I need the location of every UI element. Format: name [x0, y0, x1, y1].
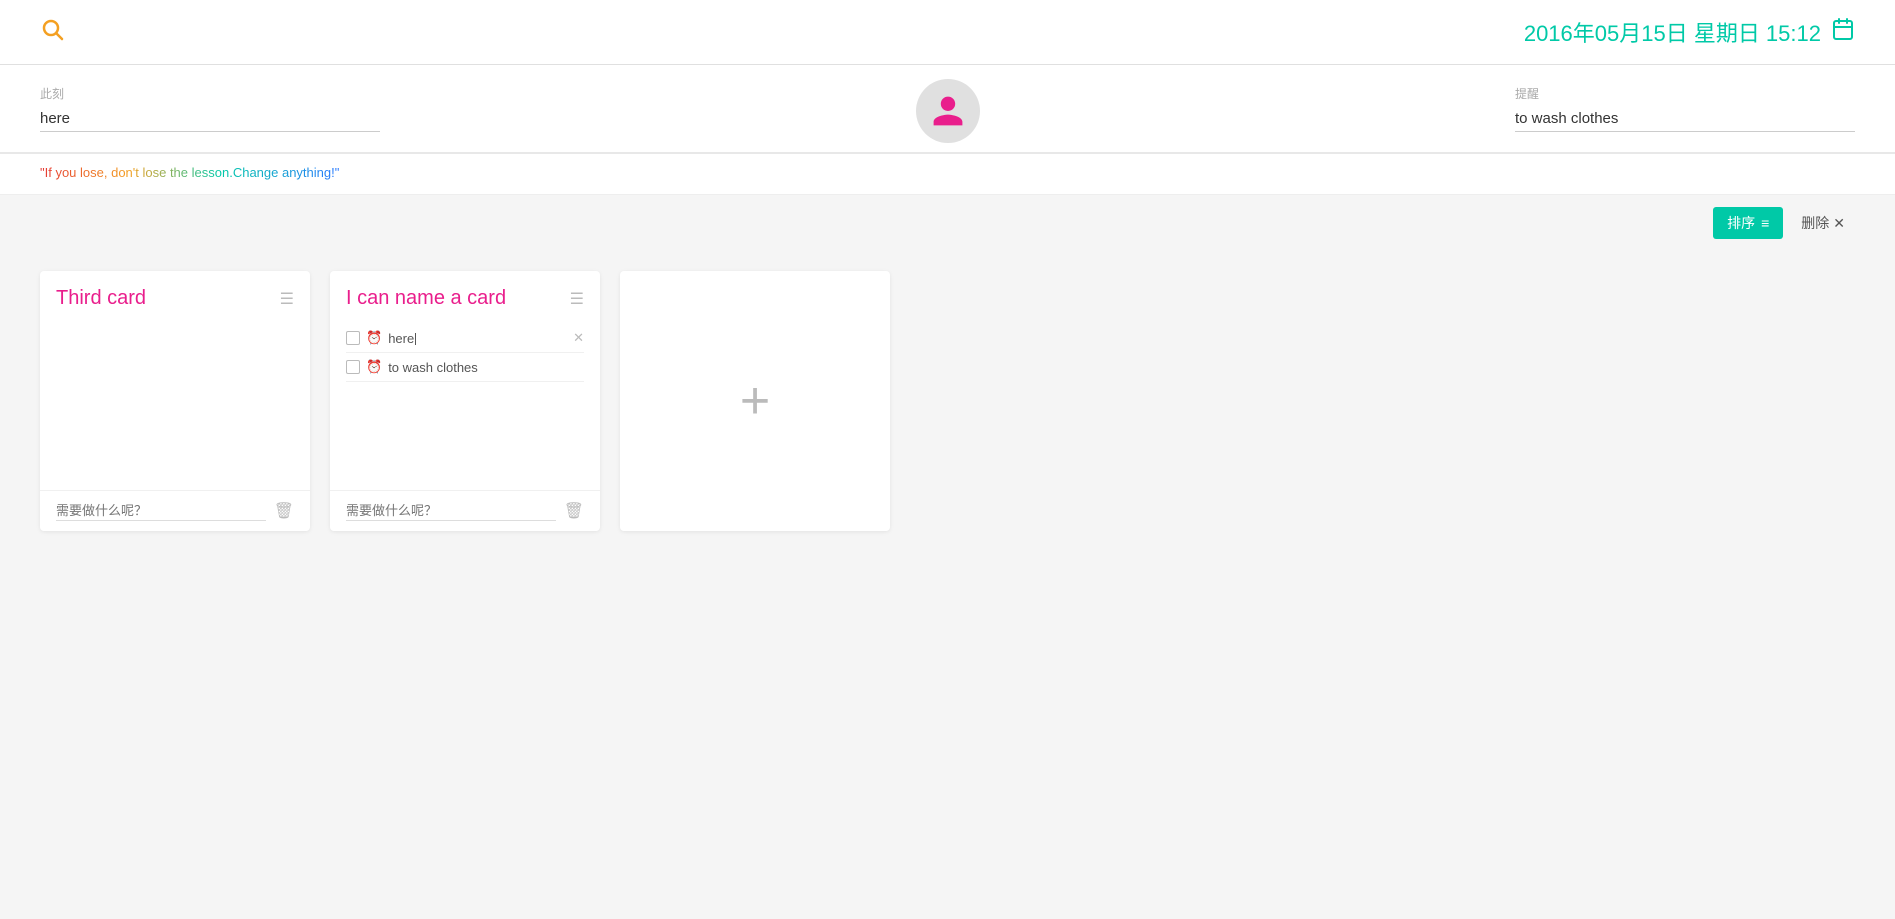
cards-area: Third card ☰ 🗑 I can name a card ☰ ⏰ here ✕ ⏰ to … [0, 251, 1895, 551]
task-1-1-text: to wash clothes [388, 360, 584, 375]
task-1-0-text: here [388, 331, 563, 346]
task-item: ⏰ here ✕ [346, 324, 584, 353]
card-1-header: Third card ☰ [40, 271, 310, 318]
card-2: I can name a card ☰ ⏰ here ✕ ⏰ to wash clothes… [330, 271, 600, 531]
delete-icon: ✕ [1833, 215, 1845, 232]
card-1-trash-icon[interactable]: 🗑 [274, 501, 294, 521]
reminder-input[interactable] [1515, 106, 1855, 132]
calendar-icon[interactable] [1831, 17, 1855, 47]
add-card-button[interactable]: + [620, 271, 890, 531]
card-2-header: I can name a card ☰ [330, 271, 600, 318]
reminder-field-group: 提醒 [1515, 85, 1855, 132]
delete-button[interactable]: 删除 ✕ [1791, 207, 1855, 239]
delete-label: 删除 [1801, 213, 1829, 233]
quote-bar: "If you lose, don't lose the lesson.Chan… [0, 154, 1895, 195]
card-2-body: ⏰ here ✕ ⏰ to wash clothes [330, 318, 600, 490]
location-label: 此刻 [40, 85, 380, 102]
datetime-display: 2016年05月15日 星期日 15:12 [1524, 16, 1855, 48]
add-card-plus-icon: + [740, 375, 770, 427]
card-2-trash-icon[interactable]: 🗑 [564, 501, 584, 521]
card-2-add-task-input[interactable] [346, 501, 556, 521]
quote-text: "If you lose, don't lose the lesson.Chan… [40, 165, 339, 180]
card-2-footer: 🗑 [330, 490, 600, 531]
sort-icon: ≡ [1761, 215, 1769, 231]
location-field-group: 此刻 [40, 85, 380, 132]
card-2-title: I can name a card [346, 287, 506, 310]
top-left [40, 17, 64, 47]
toolbar: 排序 ≡ 删除 ✕ [0, 195, 1895, 251]
card-1-footer: 🗑 [40, 490, 310, 531]
location-input[interactable] [40, 106, 380, 132]
card-1-add-task-input[interactable] [56, 501, 266, 521]
task-1-0-clock-icon: ⏰ [366, 330, 382, 346]
card-1-menu-icon[interactable]: ☰ [280, 289, 294, 309]
mid-section: 此刻 提醒 [0, 65, 1895, 154]
sort-label: 排序 [1727, 213, 1755, 233]
task-item: ⏰ to wash clothes [346, 353, 584, 382]
avatar [916, 79, 980, 143]
card-1: Third card ☰ 🗑 [40, 271, 310, 531]
task-1-0-checkbox[interactable] [346, 331, 360, 345]
search-icon[interactable] [40, 17, 64, 47]
top-bar: 2016年05月15日 星期日 15:12 [0, 0, 1895, 65]
card-1-title: Third card [56, 287, 146, 310]
card-1-body [40, 318, 310, 490]
card-2-menu-icon[interactable]: ☰ [570, 289, 584, 309]
datetime-text: 2016年05月15日 星期日 15:12 [1524, 16, 1821, 48]
reminder-label: 提醒 [1515, 85, 1855, 102]
sort-button[interactable]: 排序 ≡ [1713, 207, 1783, 239]
task-1-1-clock-icon: ⏰ [366, 359, 382, 375]
task-1-1-checkbox[interactable] [346, 360, 360, 374]
task-1-0-delete-icon[interactable]: ✕ [573, 330, 584, 346]
